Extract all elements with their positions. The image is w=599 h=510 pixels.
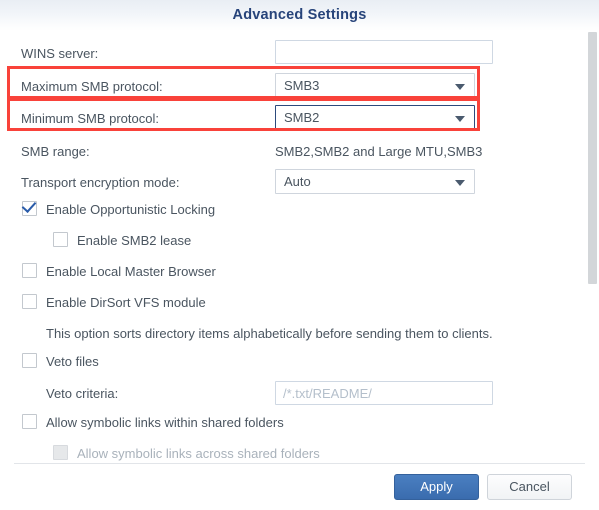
row-maximum-smb-protocol: Maximum SMB protocol: SMB3 xyxy=(0,72,560,102)
checkbox-smb2-lease[interactable] xyxy=(53,232,68,247)
transport-encryption-mode-label: Transport encryption mode: xyxy=(21,175,180,190)
scrollbar-thumb[interactable] xyxy=(588,32,597,284)
checkbox-veto-files[interactable] xyxy=(22,353,37,368)
maximum-smb-protocol-select[interactable]: SMB3 xyxy=(275,73,475,98)
veto-criteria-label: Veto criteria: xyxy=(46,386,119,401)
vertical-scrollbar[interactable] xyxy=(587,31,599,463)
row-wins-server: WINS server: xyxy=(0,39,560,69)
chevron-down-icon xyxy=(455,180,465,186)
minimum-smb-protocol-select[interactable]: SMB2 xyxy=(275,105,475,130)
dialog-footer: Apply Cancel xyxy=(0,463,599,510)
check-icon xyxy=(21,197,37,214)
checkbox-local-master-browser[interactable] xyxy=(22,263,37,278)
checkbox-label-symlinks-across: Allow symbolic links across shared folde… xyxy=(77,446,320,461)
cancel-button[interactable]: Cancel xyxy=(487,474,572,500)
checkbox-symlinks-across xyxy=(53,445,68,460)
row-transport-encryption-mode: Transport encryption mode: Auto xyxy=(0,168,560,198)
maximum-smb-protocol-value: SMB3 xyxy=(284,78,320,93)
minimum-smb-protocol-value: SMB2 xyxy=(284,110,320,125)
settings-form-body: WINS server: Maximum SMB protocol: SMB3 … xyxy=(0,31,599,463)
smb-range-value: SMB2,SMB2 and Large MTU,SMB3 xyxy=(275,144,483,159)
wins-server-label: WINS server: xyxy=(21,46,99,61)
checkbox-opportunistic-locking[interactable] xyxy=(21,197,37,216)
checkbox-label-veto-files: Veto files xyxy=(46,354,99,369)
footer-divider xyxy=(14,463,585,464)
row-smb-range: SMB range: SMB2,SMB2 and Large MTU,SMB3 xyxy=(0,137,560,167)
row-minimum-smb-protocol: Minimum SMB protocol: SMB2 xyxy=(0,104,560,134)
checkbox-label-local-master-browser: Enable Local Master Browser xyxy=(46,264,216,279)
checkbox-label-dirsort-vfs: Enable DirSort VFS module xyxy=(46,295,206,310)
smb-range-label: SMB range: xyxy=(21,144,90,159)
apply-button[interactable]: Apply xyxy=(394,474,479,500)
checkbox-label-smb2-lease: Enable SMB2 lease xyxy=(77,233,192,248)
transport-encryption-mode-select[interactable]: Auto xyxy=(275,169,475,194)
wins-server-input[interactable] xyxy=(275,40,493,64)
dialog-header: Advanced Settings xyxy=(0,0,599,31)
minimum-smb-protocol-label: Minimum SMB protocol: xyxy=(21,111,159,126)
chevron-down-icon xyxy=(455,116,465,122)
veto-criteria-input[interactable] xyxy=(275,381,493,405)
checkbox-dirsort-vfs[interactable] xyxy=(22,294,37,309)
page-title: Advanced Settings xyxy=(232,7,367,23)
checkbox-symlinks-within[interactable] xyxy=(22,414,37,429)
checkbox-label-symlinks-within: Allow symbolic links within shared folde… xyxy=(46,415,284,430)
checkbox-label-opportunistic-locking: Enable Opportunistic Locking xyxy=(46,202,216,217)
dirsort-description: This option sorts directory items alphab… xyxy=(46,326,493,341)
maximum-smb-protocol-label: Maximum SMB protocol: xyxy=(21,79,163,94)
transport-encryption-mode-value: Auto xyxy=(284,174,311,189)
row-veto-criteria: Veto criteria: xyxy=(0,379,560,409)
chevron-down-icon xyxy=(455,84,465,90)
